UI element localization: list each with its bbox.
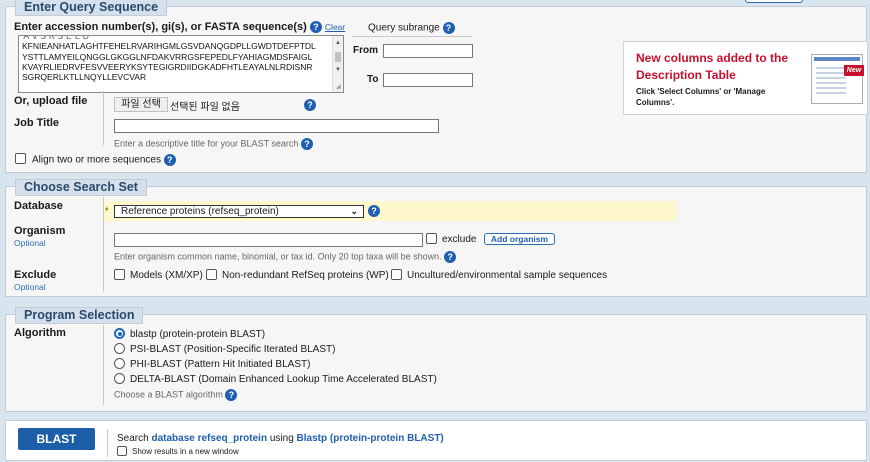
search-set-legend: Choose Search Set <box>15 179 147 196</box>
exclude-uncultured-label: Uncultured/environmental sample sequence… <box>407 270 608 281</box>
help-icon[interactable]: ? <box>442 22 455 34</box>
option-psi-blast[interactable]: PSI-BLAST (Position-Specific Iterated BL… <box>130 344 335 355</box>
upload-label: Or, upload file <box>14 95 88 107</box>
option-blastp[interactable]: blastp (protein-protein BLAST) <box>130 329 265 340</box>
radio-delta-blast[interactable] <box>114 373 125 384</box>
organism-exclude-label: exclude <box>442 234 477 245</box>
required-marker-icon: ♦ <box>105 206 109 213</box>
scroll-up-icon[interactable]: ▲ <box>335 38 341 48</box>
exclude-optional: Optional <box>14 282 46 292</box>
exclude-wp-checkbox[interactable] <box>206 269 217 280</box>
algorithm-hint: Choose a BLAST algorithm ? <box>114 389 238 401</box>
from-input[interactable] <box>383 44 473 58</box>
resize-grip-icon[interactable]: ◢ <box>336 82 341 92</box>
promo-text: Click 'Select Columns' or 'Manage Column… <box>636 87 766 107</box>
radio-phi-blast[interactable] <box>114 358 125 369</box>
radio-psi-blast[interactable] <box>114 343 125 354</box>
organism-input[interactable] <box>114 233 423 247</box>
divider <box>103 325 104 405</box>
help-icon[interactable]: ? <box>300 138 313 150</box>
option-delta-blast[interactable]: DELTA-BLAST (Domain Enhanced Lookup Time… <box>130 374 437 385</box>
query-section: Enter Query Sequence Enter accession num… <box>5 0 868 173</box>
choose-file-button[interactable]: 파일 선택 <box>114 97 168 112</box>
algorithm-label: Algorithm <box>14 327 66 339</box>
help-icon[interactable]: ? <box>163 154 176 166</box>
subrange-divider <box>352 36 472 37</box>
accession-label: Enter accession number(s), gi(s), or FAS… <box>14 21 346 34</box>
from-label: From <box>353 45 378 56</box>
help-icon[interactable]: ? <box>225 389 238 401</box>
new-window-label: Show results in a new window <box>132 447 239 456</box>
search-summary: Search database refseq_protein using Bla… <box>117 433 444 444</box>
help-icon[interactable]: ? <box>309 21 322 34</box>
divider <box>107 429 108 457</box>
organism-optional: Optional <box>14 238 46 248</box>
to-input[interactable] <box>383 73 473 87</box>
divider <box>103 91 104 145</box>
database-label: Database <box>14 200 63 212</box>
job-title-hint: Enter a descriptive title for your BLAST… <box>114 138 313 150</box>
sequence-textarea[interactable]: ＡＶＳＲＳＥＬＤ KFNIEANHATLAGHTFEHELRVARIHGMLGS… <box>18 35 344 93</box>
program-summary: Blastp (protein-protein BLAST) <box>296 433 444 444</box>
exclude-models-label: Models (XM/XP) <box>130 270 203 281</box>
radio-blastp[interactable] <box>114 328 125 339</box>
new-columns-promo[interactable]: New columns added to the Description Tab… <box>623 41 868 115</box>
scroll-down-icon[interactable]: ▼ <box>335 65 341 75</box>
align-label: Align two or more sequences ? <box>32 154 176 166</box>
job-title-input[interactable] <box>114 119 439 133</box>
align-checkbox[interactable] <box>15 153 26 164</box>
submit-bar: BLAST Search database refseq_protein usi… <box>5 420 867 461</box>
file-status: 선택된 파일 없음 <box>170 102 240 113</box>
database-select[interactable]: Reference proteins (refseq_protein) ⌄ <box>114 205 364 218</box>
textarea-scrollbar[interactable]: ▲ ▼ ◢ <box>332 36 343 92</box>
exclude-models-checkbox[interactable] <box>114 269 125 280</box>
help-icon[interactable]: ? <box>444 251 457 263</box>
job-title-label: Job Title <box>14 117 60 129</box>
description-table-thumbnail: New <box>811 54 864 104</box>
organism-hint: Enter organism common name, binomial, or… <box>114 251 457 263</box>
database-summary: database refseq_protein <box>151 433 268 444</box>
help-icon[interactable]: ? <box>304 99 316 111</box>
option-phi-blast[interactable]: PHI-BLAST (Pattern Hit Initiated BLAST) <box>130 359 310 370</box>
organism-label: Organism <box>14 225 66 237</box>
scroll-thumb[interactable] <box>335 52 341 62</box>
new-badge: New <box>844 65 864 76</box>
new-window-checkbox[interactable] <box>117 446 127 456</box>
exclude-uncultured-checkbox[interactable] <box>391 269 402 280</box>
query-legend: Enter Query Sequence <box>15 0 168 16</box>
chevron-down-icon: ⌄ <box>350 206 358 216</box>
program-section: Program Selection Algorithm blastp (prot… <box>5 307 867 412</box>
search-set-section: Choose Search Set Database ♦ Reference p… <box>5 179 867 297</box>
clear-link[interactable]: Clear <box>325 22 345 32</box>
exclude-label: Exclude <box>14 269 57 281</box>
exclude-wp-label: Non-redundant RefSeq proteins (WP) <box>222 270 389 281</box>
help-icon[interactable]: ? <box>368 205 380 217</box>
program-legend: Program Selection <box>15 307 144 324</box>
organism-exclude-checkbox[interactable] <box>426 233 437 244</box>
to-label: To <box>367 74 379 85</box>
blast-button[interactable]: BLAST <box>18 428 95 450</box>
top-partial-button[interactable] <box>745 0 803 3</box>
add-organism-button[interactable]: Add organism <box>484 233 555 245</box>
subrange-title: Query subrange ? <box>368 22 455 34</box>
promo-title: New columns added to the Description Tab… <box>636 51 789 82</box>
